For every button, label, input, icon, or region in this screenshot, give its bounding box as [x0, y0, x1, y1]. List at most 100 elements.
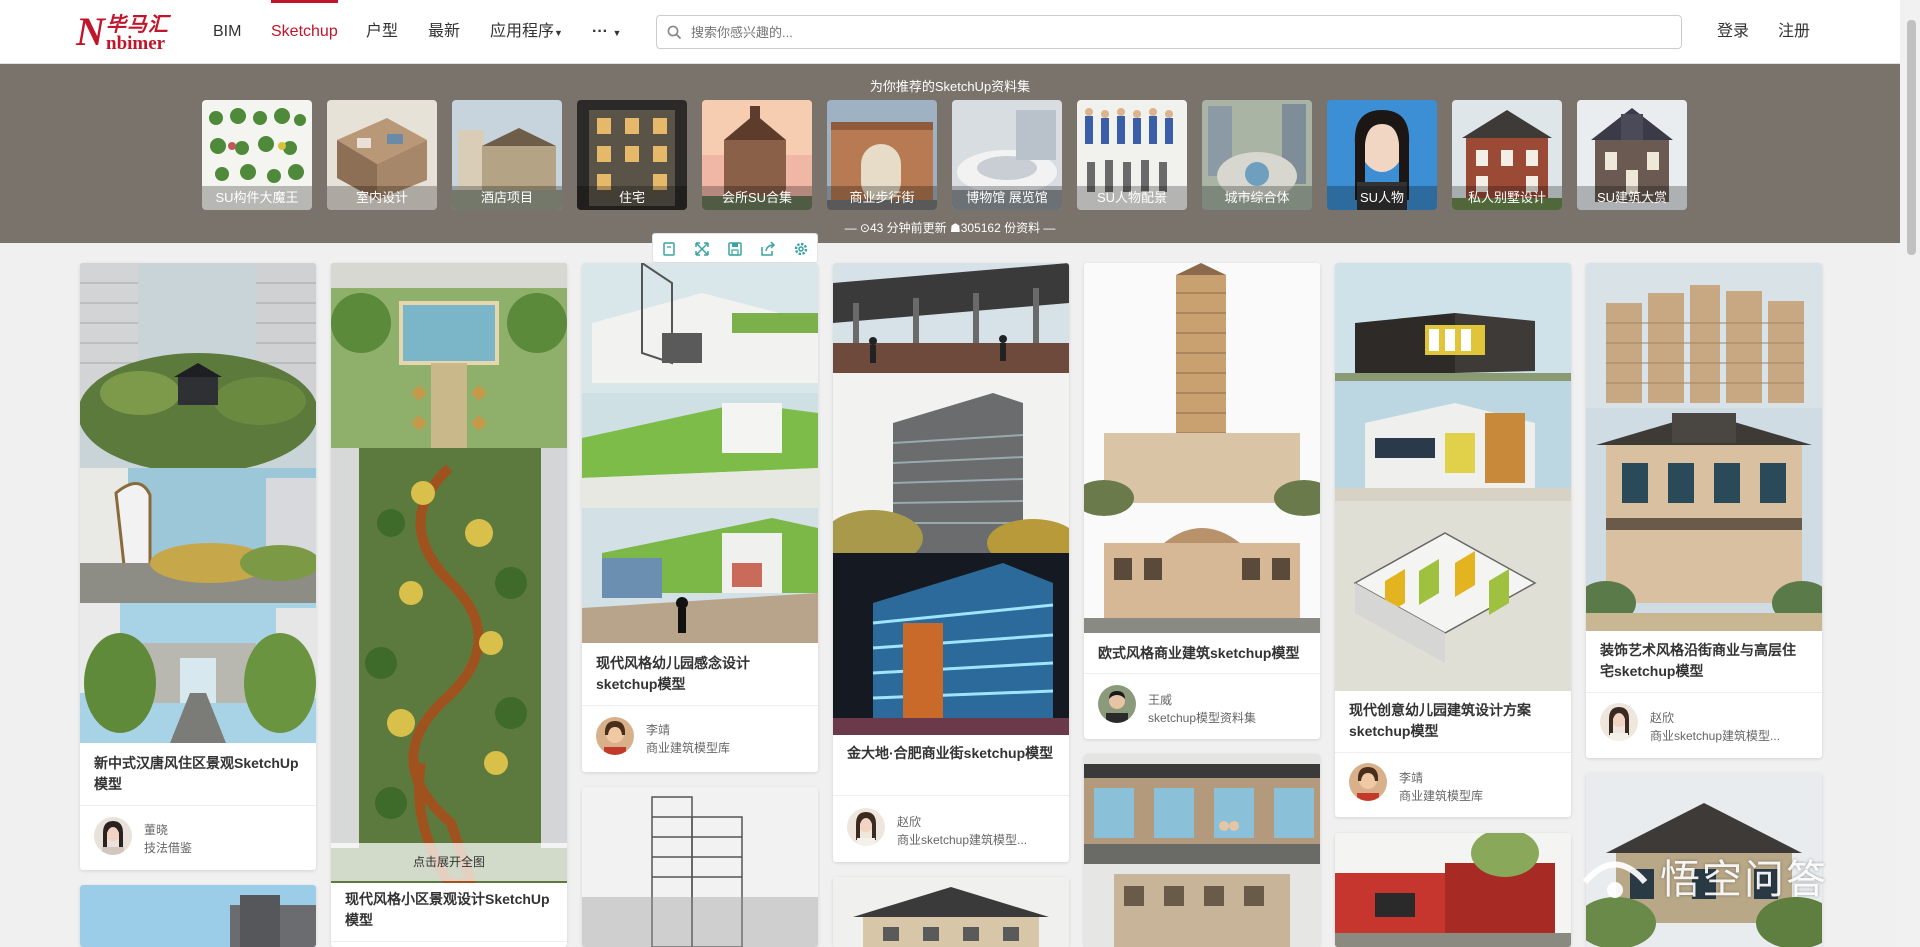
- tile-label: 商业步行街: [827, 186, 937, 210]
- tile-label: SU人物配景: [1077, 186, 1187, 210]
- card-board[interactable]: sketchup模型资料集: [1148, 709, 1308, 726]
- card-title: 装饰艺术风格沿街商业与高层住宅sketchup模型: [1600, 642, 1796, 679]
- save-icon[interactable]: [727, 241, 743, 257]
- recommend-tile[interactable]: 酒店项目: [452, 100, 562, 210]
- share-icon[interactable]: [760, 241, 776, 257]
- pin-card[interactable]: 金大地·合肥商业街sketchup模型 赵欣 商业sketchup建筑模型...: [833, 263, 1069, 862]
- pin-card[interactable]: [582, 787, 818, 947]
- card-image: [1084, 754, 1320, 947]
- card-title: 新中式汉唐风住区景观SketchUp模型: [94, 755, 299, 792]
- nav-sketchup[interactable]: Sketchup: [271, 0, 338, 64]
- recommend-tile[interactable]: 城市综合体: [1202, 100, 1312, 210]
- pin-card[interactable]: [1084, 754, 1320, 947]
- card-divider: [1586, 692, 1822, 693]
- card-image: [1084, 263, 1320, 633]
- logo-chinese: 毕马汇: [106, 12, 169, 36]
- card-board[interactable]: 商业建筑模型库: [1399, 787, 1559, 804]
- nav-apps[interactable]: 应用程序▼: [490, 0, 563, 64]
- card-board[interactable]: 商业sketchup建筑模型...: [1650, 727, 1810, 744]
- card-image: [80, 263, 316, 743]
- pin-card[interactable]: 现代风格幼儿园感念设计sketchup模型 李靖 商业建筑模型库: [582, 263, 818, 772]
- pin-card[interactable]: 新中式汉唐风住区景观SketchUp模型 董晓 技法借鉴: [80, 263, 316, 870]
- avatar: [596, 717, 634, 755]
- nav-latest[interactable]: 最新: [428, 0, 460, 64]
- pin-card[interactable]: 点击展开全图 现代风格小区景观设计SketchUp模型: [331, 263, 567, 947]
- card-board[interactable]: 商业sketchup建筑模型...: [897, 831, 1057, 848]
- card-image: [582, 263, 818, 643]
- card-author[interactable]: 李靖: [1399, 769, 1423, 786]
- card-author[interactable]: 董晓: [144, 821, 168, 838]
- gear-icon[interactable]: [793, 241, 809, 257]
- nav-bim[interactable]: BIM: [213, 0, 241, 64]
- search-box[interactable]: [656, 15, 1682, 49]
- tile-label: 私人别墅设计: [1452, 186, 1562, 210]
- card-author[interactable]: 赵欣: [1650, 709, 1674, 726]
- card-divider: [80, 805, 316, 806]
- card-title: 现代创意幼儿园建筑设计方案sketchup模型: [1349, 702, 1531, 739]
- pin-card[interactable]: [833, 877, 1069, 947]
- card-author[interactable]: 李靖: [646, 721, 670, 738]
- recommend-tile[interactable]: 商业步行街: [827, 100, 937, 210]
- search-input[interactable]: [691, 16, 1671, 48]
- card-divider: [331, 941, 567, 942]
- bookmark-icon[interactable]: [661, 241, 677, 257]
- pin-card[interactable]: [80, 885, 316, 947]
- card-author[interactable]: 赵欣: [897, 813, 921, 830]
- pin-card[interactable]: [1335, 833, 1571, 947]
- card-divider: [833, 795, 1069, 796]
- pin-card[interactable]: 装饰艺术风格沿街商业与高层住宅sketchup模型 赵欣 商业sketchup建…: [1586, 263, 1822, 758]
- tile-label: 会所SU合集: [702, 186, 812, 210]
- card-image: [1335, 263, 1571, 691]
- recommend-tile[interactable]: 住宅: [577, 100, 687, 210]
- wukong-logo-icon: [1582, 861, 1648, 898]
- caret-down-icon: ▼: [612, 28, 622, 38]
- recommend-tile[interactable]: SU人物: [1327, 100, 1437, 210]
- nav-more[interactable]: ··· ▼: [592, 0, 621, 64]
- card-divider: [582, 705, 818, 706]
- recommend-tile[interactable]: 会所SU合集: [702, 100, 812, 210]
- card-image: [582, 787, 818, 947]
- card-board[interactable]: 技法借鉴: [144, 839, 304, 856]
- card-title: 现代风格小区景观设计SketchUp模型: [345, 891, 550, 928]
- tile-label: SU构件大魔王: [202, 186, 312, 210]
- pin-card[interactable]: 欧式风格商业建筑sketchup模型 王威 sketchup模型资料集: [1084, 263, 1320, 739]
- card-board[interactable]: 商业建筑模型库: [646, 739, 806, 756]
- tile-label: 室内设计: [327, 186, 437, 210]
- search-icon: [667, 25, 682, 40]
- scrollbar-thumb[interactable]: [1907, 20, 1916, 255]
- tile-label: SU建筑大赏: [1577, 186, 1687, 210]
- register-link[interactable]: 注册: [1778, 0, 1810, 64]
- nav-floorplan[interactable]: 户型: [366, 0, 398, 64]
- card-image: [833, 263, 1069, 735]
- recommend-tile[interactable]: 博物馆 展览馆: [952, 100, 1062, 210]
- wukong-watermark: 悟空问答: [1575, 842, 1895, 922]
- recommend-stats: — ⊙43 分钟前更新 ☗305162 份资料 —: [844, 221, 1056, 235]
- site-logo[interactable]: N 毕马汇 nbimer: [76, 9, 188, 54]
- card-divider: [1335, 752, 1571, 753]
- avatar: [1098, 685, 1136, 723]
- page-scrollbar[interactable]: [1903, 0, 1920, 947]
- card-author[interactable]: 王威: [1148, 691, 1172, 708]
- card-image: [1335, 833, 1571, 947]
- tile-label: SU人物: [1327, 186, 1437, 210]
- logo-letter: N: [76, 9, 105, 54]
- card-image: [80, 885, 316, 947]
- top-navbar: N 毕马汇 nbimer BIM Sketchup 户型 最新 应用程序▼ ··…: [0, 0, 1900, 64]
- expand-full-image[interactable]: 点击展开全图: [331, 843, 567, 881]
- pin-card[interactable]: 现代创意幼儿园建筑设计方案sketchup模型 李靖 商业建筑模型库: [1335, 263, 1571, 817]
- caret-down-icon: ▼: [554, 28, 563, 38]
- avatar: [94, 817, 132, 855]
- nav-apps-label: 应用程序: [490, 23, 555, 40]
- logo-english: nbimer: [106, 33, 166, 54]
- expand-icon[interactable]: [694, 241, 710, 257]
- recommend-tile[interactable]: 私人别墅设计: [1452, 100, 1562, 210]
- recommend-tile[interactable]: 室内设计: [327, 100, 437, 210]
- recommend-tile[interactable]: SU建筑大赏: [1577, 100, 1687, 210]
- tile-label: 城市综合体: [1202, 186, 1312, 210]
- login-link[interactable]: 登录: [1717, 0, 1749, 64]
- recommend-title: 为你推荐的SketchUp资料集: [869, 79, 1031, 94]
- recommend-tile[interactable]: SU人物配景: [1077, 100, 1187, 210]
- recommend-tile[interactable]: SU构件大魔王: [202, 100, 312, 210]
- card-image: [833, 877, 1069, 947]
- card-title: 现代风格幼儿园感念设计sketchup模型: [596, 655, 750, 692]
